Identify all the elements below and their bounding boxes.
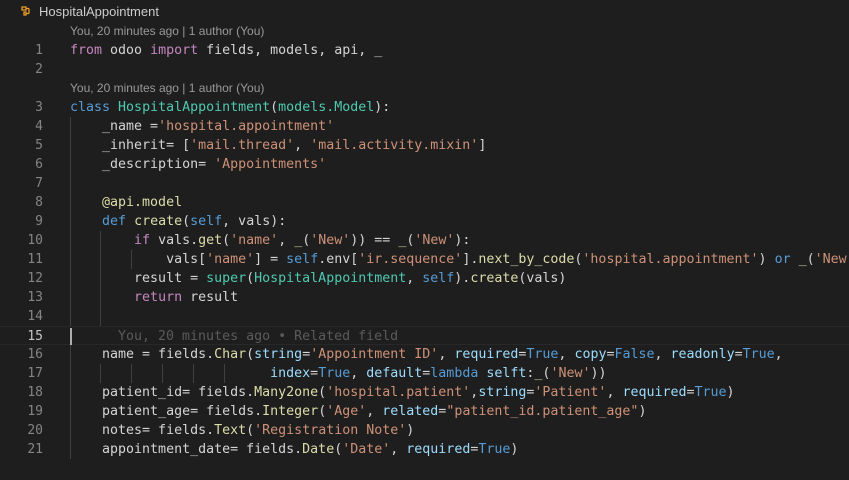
indent-guide [70, 307, 71, 326]
code-line[interactable]: 9 def create(self, vals): [0, 212, 849, 231]
line-number: 5 [35, 138, 43, 153]
code-line[interactable]: 10 if vals.get('name', _('New')) == _('N… [0, 231, 849, 250]
code-text: _name ='hospital.appointment' [70, 119, 335, 134]
line-number: 11 [27, 252, 43, 267]
line-number: 16 [27, 347, 43, 362]
code-text: @api.model [70, 195, 183, 210]
line-number: 4 [35, 119, 43, 134]
line-number: 7 [35, 176, 43, 191]
code-text: class HospitalAppointment(models.Model): [70, 100, 391, 115]
code-text: notes= fields.Text('Registration Note') [70, 423, 415, 438]
code-text: patient_id= fields.Many2one('hospital.pa… [70, 385, 735, 400]
line-number: 9 [35, 214, 43, 229]
line-number: 20 [27, 423, 43, 438]
codelens-blame[interactable]: You, 20 minutes ago | 1 author (You) [70, 79, 264, 98]
breadcrumb-label: HospitalAppointment [39, 3, 159, 19]
line-number: 19 [27, 404, 43, 419]
code-line[interactable]: 19 patient_age= fields.Integer('Age', re… [0, 402, 849, 421]
code-line[interactable]: 8 @api.model [0, 193, 849, 212]
class-symbol-icon [19, 4, 33, 18]
line-number: 8 [35, 195, 43, 210]
line-number: 6 [35, 157, 43, 172]
code-text: if vals.get('name', _('New')) == _('New'… [134, 233, 471, 248]
indent-guide [100, 307, 101, 326]
code-line[interactable]: 7 [0, 174, 849, 193]
code-line[interactable]: 12 result = super(HospitalAppointment, s… [0, 269, 849, 288]
code-text: def create(self, vals): [102, 214, 287, 229]
code-line[interactable]: 3 class HospitalAppointment(models.Model)… [0, 98, 849, 117]
code-text: result = super(HospitalAppointment, self… [70, 271, 567, 286]
line-number: 10 [27, 233, 43, 248]
breadcrumb[interactable]: HospitalAppointment [0, 0, 849, 22]
line-number: 21 [27, 442, 43, 457]
code-line[interactable]: 14 [0, 307, 849, 326]
code-line[interactable]: 13 return result [0, 288, 849, 307]
code-text: vals['name'] = self.env['ir.sequence'].n… [70, 252, 849, 267]
indent-guide [70, 174, 71, 193]
code-line[interactable]: 16 name = fields.Char(string='Appointmen… [0, 345, 849, 364]
code-text: name = fields.Char(string='Appointment I… [70, 347, 783, 362]
code-text: appointment_date= fields.Date('Date', re… [70, 442, 519, 457]
code-line[interactable]: 11 vals['name'] = self.env['ir.sequence'… [0, 250, 849, 269]
line-number: 15 [27, 329, 43, 344]
line-number: 3 [35, 100, 43, 115]
code-line[interactable]: 6 _description= 'Appointments' [0, 155, 849, 174]
line-number: 17 [27, 366, 43, 381]
code-text: _description= 'Appointments' [70, 157, 327, 172]
code-line[interactable]: 5 _inherit= ['mail.thread', 'mail.activi… [0, 136, 849, 155]
code-line[interactable]: 2 [0, 60, 849, 79]
line-number: 2 [35, 62, 43, 77]
line-number: 13 [27, 290, 43, 305]
line-number: 14 [27, 309, 43, 324]
line-number: 18 [27, 385, 43, 400]
code-text: patient_age= fields.Integer('Age', relat… [70, 404, 647, 419]
code-line[interactable]: 20 notes= fields.Text('Registration Note… [0, 421, 849, 440]
code-line[interactable]: 1 from odoo import fields, models, api, _ [0, 41, 849, 60]
code-text: return result [134, 290, 239, 305]
inline-blame-annotation: You, 20 minutes ago • Related field [118, 329, 399, 344]
codelens-blame[interactable]: You, 20 minutes ago | 1 author (You) [70, 22, 264, 41]
code-text: index=True, default=lambda selft:_('New'… [270, 366, 607, 381]
code-line[interactable]: 15 You, 20 minutes ago • Related field [0, 326, 849, 345]
code-text: _inherit= ['mail.thread', 'mail.activity… [70, 138, 487, 153]
line-number: 12 [27, 271, 43, 286]
code-text: from odoo import fields, models, api, _ [70, 43, 383, 58]
code-line[interactable]: 4 _name ='hospital.appointment' [0, 117, 849, 136]
code-line[interactable]: 17 index=True, default=lambda selft:_('N… [0, 364, 849, 383]
text-cursor [70, 328, 72, 345]
code-line[interactable]: 21 appointment_date= fields.Date('Date',… [0, 440, 849, 459]
code-line[interactable]: 18 patient_id= fields.Many2one('hospital… [0, 383, 849, 402]
line-number: 1 [35, 43, 43, 58]
